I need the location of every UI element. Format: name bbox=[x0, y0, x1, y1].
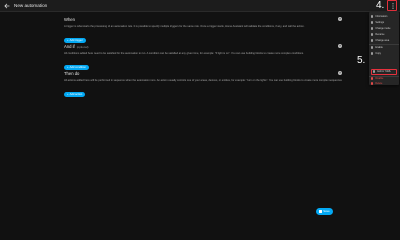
menu-item-change-mode[interactable]: Change mode bbox=[371, 26, 397, 31]
help-circle-icon[interactable]: ? bbox=[338, 71, 342, 75]
menu-item-edit-in-yaml[interactable]: Edit in YAML bbox=[371, 69, 397, 75]
menu-item-information[interactable]: Information bbox=[371, 14, 397, 19]
back-arrow-icon[interactable] bbox=[4, 3, 10, 9]
block-icon bbox=[371, 77, 374, 80]
code-icon bbox=[373, 70, 376, 73]
overflow-menu: Information Settings Change mode Rename … bbox=[369, 12, 399, 85]
add-condition-button[interactable]: +Add condition bbox=[64, 64, 89, 71]
plus-icon: + bbox=[67, 38, 69, 42]
condition-section: And if (optional) All conditions added he… bbox=[64, 44, 342, 73]
menu-item-copy[interactable]: Copy bbox=[371, 51, 397, 56]
page-title: New automation bbox=[14, 2, 48, 8]
delete-icon bbox=[371, 82, 374, 85]
copy-icon bbox=[371, 52, 374, 55]
section-description: All actions added here will be performed… bbox=[64, 78, 342, 82]
section-title: When bbox=[64, 17, 75, 22]
save-icon bbox=[319, 209, 322, 213]
cog-icon bbox=[371, 21, 374, 24]
menu-item-rename[interactable]: Rename bbox=[371, 32, 397, 37]
add-trigger-button[interactable]: +Add trigger bbox=[64, 37, 86, 44]
step-annotation-item: 5. bbox=[357, 55, 366, 66]
menu-item-settings[interactable]: Settings bbox=[371, 20, 397, 25]
power-icon bbox=[371, 46, 374, 49]
top-app-bar: New automation bbox=[0, 0, 400, 12]
save-button[interactable]: Save bbox=[316, 208, 333, 215]
swap-icon bbox=[371, 27, 374, 30]
section-title: Then do bbox=[64, 71, 80, 76]
more-vertical-icon bbox=[391, 3, 394, 9]
rename-icon bbox=[371, 33, 374, 36]
menu-item-change-area[interactable]: Change area bbox=[371, 38, 397, 43]
menu-item-enable[interactable]: Enable bbox=[371, 45, 397, 50]
help-circle-icon[interactable]: ? bbox=[338, 44, 342, 48]
area-icon bbox=[371, 39, 374, 42]
help-circle-icon[interactable]: ? bbox=[338, 17, 342, 21]
section-description: All conditions added here need to be sat… bbox=[64, 51, 304, 55]
section-description: A trigger is what starts the processing … bbox=[64, 24, 305, 28]
add-action-button[interactable]: +Add action bbox=[64, 91, 86, 98]
overflow-menu-button[interactable] bbox=[387, 0, 397, 11]
step-annotation-menu: 4. bbox=[376, 0, 385, 11]
info-icon bbox=[371, 15, 374, 18]
plus-icon: + bbox=[67, 65, 69, 69]
section-title: And if (optional) bbox=[64, 44, 89, 49]
menu-item-delete[interactable]: Delete bbox=[371, 81, 397, 86]
action-section: Then do All actions added here will be p… bbox=[64, 71, 342, 100]
plus-icon: + bbox=[67, 92, 69, 96]
trigger-section: When A trigger is what starts the proces… bbox=[64, 17, 342, 46]
